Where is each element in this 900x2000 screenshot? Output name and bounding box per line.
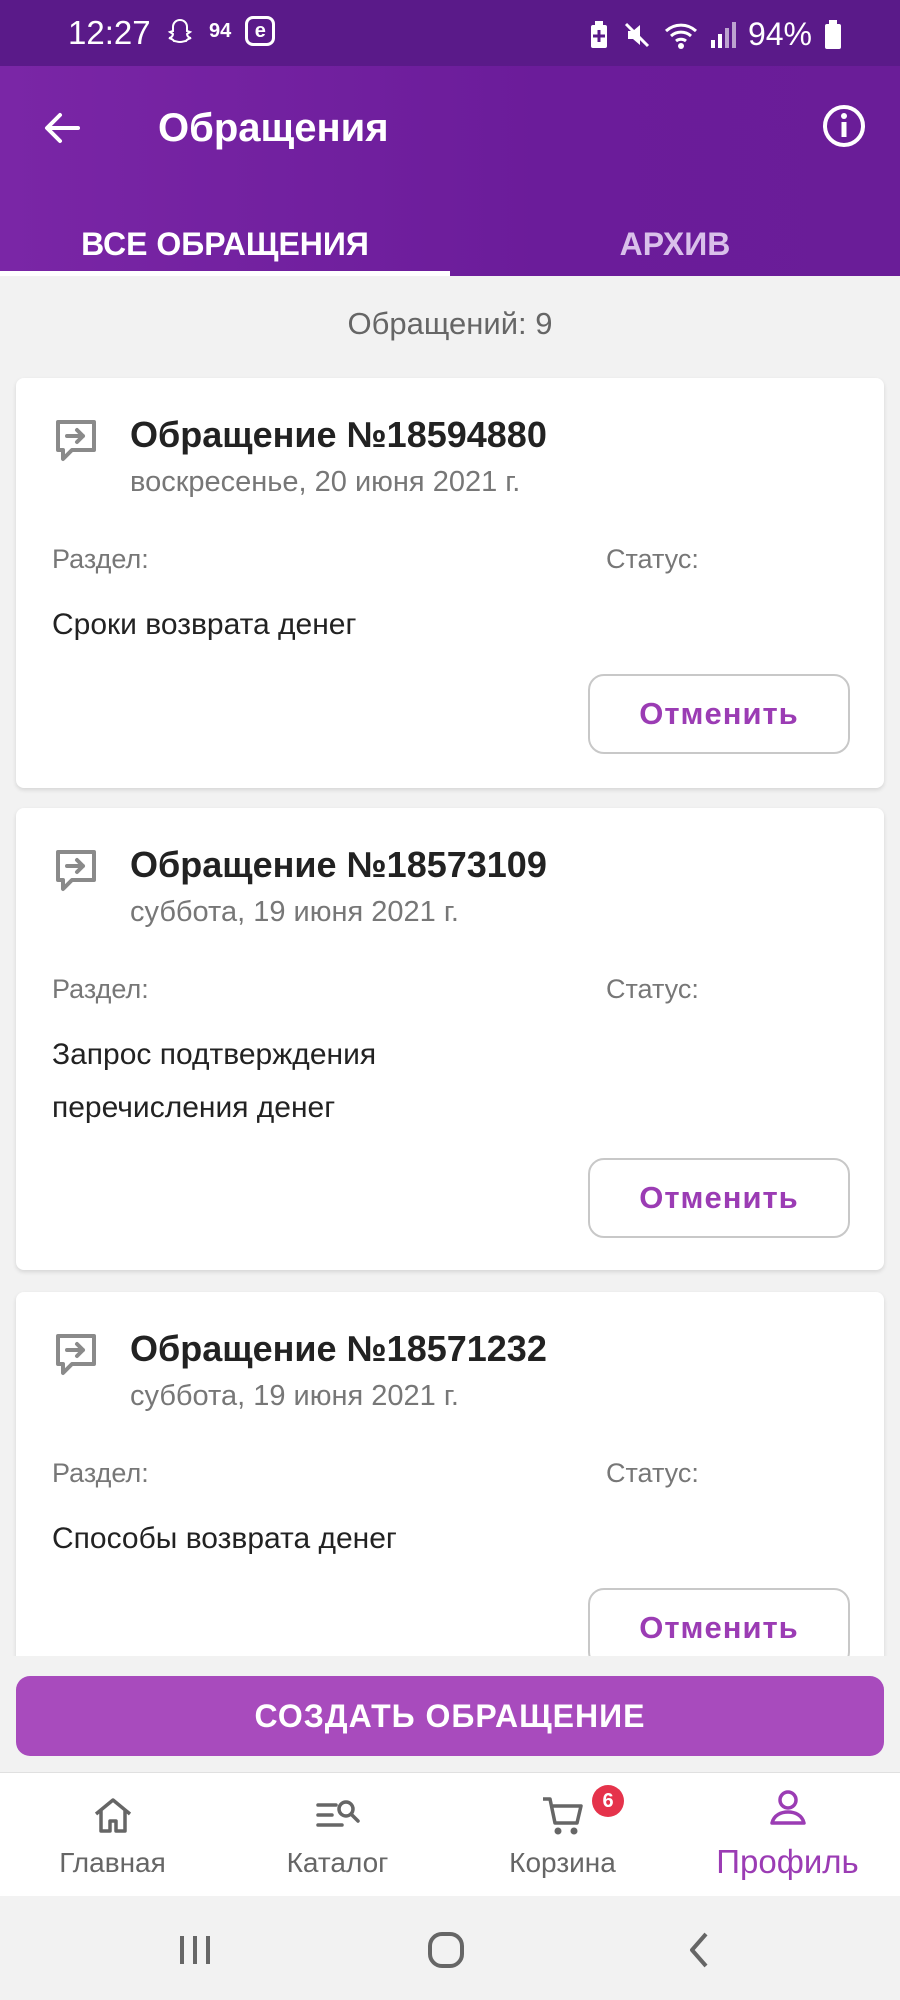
section-value: Запрос подтверждения перечисления денег bbox=[52, 1038, 377, 1124]
ticket-card[interactable]: Обращение №18571232 суббота, 19 июня 202… bbox=[16, 1292, 884, 1712]
ticket-date: суббота, 19 июня 2021 г. bbox=[130, 896, 459, 928]
cart-badge: 6 bbox=[592, 1785, 624, 1817]
snapchat-icon bbox=[167, 18, 193, 44]
status-system-icons: 94% bbox=[588, 16, 842, 53]
section-label: Раздел: bbox=[52, 544, 149, 574]
signal-icon bbox=[710, 21, 736, 48]
tab-all-tickets[interactable]: ВСЕ ОБРАЩЕНИЯ bbox=[0, 210, 450, 276]
nav-label: Корзина bbox=[509, 1847, 616, 1878]
notif-temp-icon: 94 bbox=[209, 19, 232, 42]
status-notifications: 94 e bbox=[165, 16, 276, 46]
tab-archive[interactable]: АРХИВ bbox=[450, 210, 900, 276]
nav-label: Профиль bbox=[716, 1843, 859, 1880]
status-label: Статус: bbox=[606, 974, 699, 1004]
nav-item-home[interactable]: Главная bbox=[0, 1773, 225, 1896]
back-arrow-icon[interactable] bbox=[38, 104, 86, 152]
section-label: Раздел: bbox=[52, 974, 149, 1004]
nav-item-cart[interactable]: 6 Корзина bbox=[450, 1773, 675, 1896]
app-header: Обращения ВСЕ ОБРАЩЕНИЯ АРХИВ bbox=[0, 66, 900, 276]
home-icon bbox=[94, 1798, 132, 1833]
cancel-button[interactable]: Отменить bbox=[588, 674, 850, 754]
status-label: Статус: bbox=[606, 1458, 699, 1488]
battery-percent: 94% bbox=[747, 16, 812, 52]
status-label: Статус: bbox=[606, 544, 699, 574]
ticket-title: Обращение №18571232 bbox=[130, 1328, 547, 1369]
page-title: Обращения bbox=[158, 106, 389, 150]
nav-label: Каталог bbox=[286, 1847, 389, 1878]
section-label: Раздел: bbox=[52, 1458, 149, 1488]
nav-item-catalog[interactable]: Каталог bbox=[225, 1773, 450, 1896]
mute-icon bbox=[624, 22, 650, 47]
ticket-title: Обращение №18573109 bbox=[130, 844, 547, 885]
back-button-icon[interactable] bbox=[680, 1930, 720, 1970]
nav-label: Главная bbox=[59, 1847, 166, 1878]
section-value: Способы возврата денег bbox=[52, 1522, 397, 1555]
ticket-title: Обращение №18594880 bbox=[130, 414, 547, 455]
tickets-count: Обращений: 9 bbox=[347, 306, 553, 341]
tabs: ВСЕ ОБРАЩЕНИЯ АРХИВ bbox=[0, 210, 900, 276]
cart-icon bbox=[543, 1797, 583, 1835]
chat-forward-icon bbox=[56, 420, 96, 461]
battery-saver-icon bbox=[590, 20, 607, 48]
ticket-card[interactable]: Обращение №18573109 суббота, 19 июня 202… bbox=[16, 808, 884, 1270]
bottom-navigation: Главная Каталог 6 Корзина Профиль bbox=[0, 1772, 900, 1896]
status-bar: 12:27 94 e 94% bbox=[0, 0, 900, 66]
notif-e-icon: e bbox=[245, 16, 276, 46]
ticket-date: суббота, 19 июня 2021 г. bbox=[130, 1380, 459, 1412]
battery-icon bbox=[825, 19, 841, 49]
nav-item-profile[interactable]: Профиль bbox=[675, 1773, 900, 1896]
cancel-button[interactable]: Отменить bbox=[588, 1158, 850, 1238]
create-ticket-button[interactable]: СОЗДАТЬ ОБРАЩЕНИЕ bbox=[16, 1676, 884, 1756]
profile-icon bbox=[770, 1790, 806, 1825]
section-value: Сроки возврата денег bbox=[52, 608, 357, 641]
ticket-card[interactable]: Обращение №18594880 воскресенье, 20 июня… bbox=[16, 378, 884, 788]
info-icon[interactable] bbox=[820, 102, 868, 150]
home-button-icon[interactable] bbox=[426, 1930, 466, 1970]
catalog-search-icon bbox=[316, 1800, 360, 1827]
recent-apps-icon[interactable] bbox=[176, 1930, 216, 1970]
chat-forward-icon bbox=[56, 1334, 96, 1375]
wifi-icon bbox=[664, 23, 697, 49]
chat-forward-icon bbox=[56, 850, 96, 891]
status-time: 12:27 bbox=[68, 14, 151, 51]
ticket-date: воскресенье, 20 июня 2021 г. bbox=[130, 466, 521, 498]
system-navigation bbox=[0, 1896, 900, 2000]
